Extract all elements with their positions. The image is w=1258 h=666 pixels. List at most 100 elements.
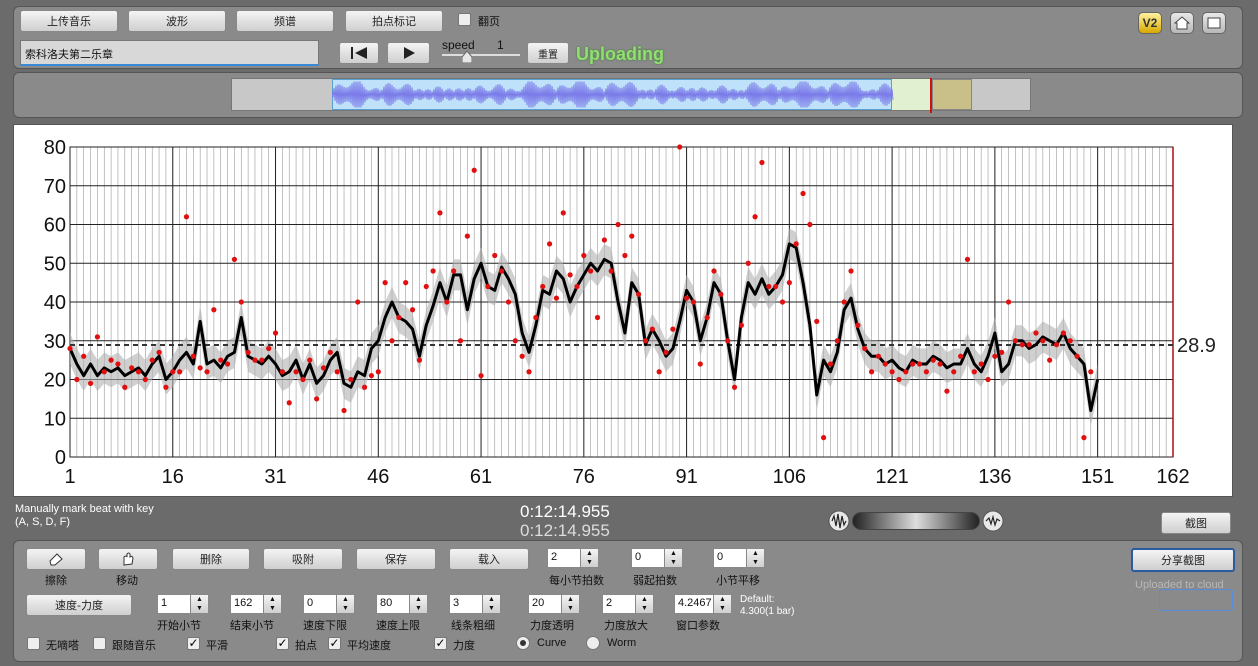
title-input[interactable]: 索科洛夫第二乐章 [20, 40, 319, 66]
y-tick-label: 50 [44, 253, 66, 275]
playhead-marker[interactable] [930, 78, 932, 113]
share-screenshot-button[interactable]: 分享截图 [1131, 548, 1235, 572]
fullscreen-button[interactable] [1202, 12, 1226, 34]
speed-slider-thumb[interactable] [462, 51, 472, 63]
upload-music-button[interactable]: 上传音乐 [20, 10, 118, 32]
line-width-value: 3 [453, 597, 460, 609]
beat-point [451, 268, 457, 274]
end-bar-arrows[interactable]: ▲ ▼ [263, 595, 281, 613]
tempo-low-value: 0 [307, 597, 314, 609]
curve-radio[interactable] [516, 636, 530, 650]
beat-point [218, 357, 224, 363]
wave-end-icon [982, 510, 1004, 532]
save-button[interactable]: 保存 [356, 548, 436, 570]
dynamics-checkbox[interactable]: ✓ [434, 637, 447, 650]
spectrum-button[interactable]: 频谱 [236, 10, 334, 32]
dyn-alpha-stepper[interactable]: 20 ▲ ▼ [528, 594, 580, 614]
pickup-arrows[interactable]: ▲ ▼ [664, 549, 682, 567]
beat-point [821, 435, 827, 441]
load-button[interactable]: 载入 [449, 548, 529, 570]
eraser-icon [49, 553, 63, 566]
beat-point [1033, 330, 1039, 336]
window-param-value: 4.2467 [678, 597, 712, 609]
waveform-button[interactable]: 波形 [128, 10, 226, 32]
bar-shift-stepper[interactable]: 0 ▲ ▼ [713, 548, 765, 568]
home-icon [1174, 16, 1190, 30]
volume-slider[interactable] [852, 512, 980, 530]
avg-tempo-checkbox[interactable]: ✓ [328, 637, 341, 650]
x-tick-label: 121 [875, 466, 908, 488]
x-tick-label: 1 [64, 466, 75, 488]
cloud-link-button[interactable] [1159, 589, 1233, 611]
worm-radio[interactable] [586, 636, 600, 650]
tempo-chart[interactable]: 28.9010203040506070801 16 31 46 61 76 91 106 121… [14, 125, 1234, 498]
delete-button[interactable]: 删除 [172, 548, 250, 570]
beat-point [978, 361, 984, 367]
bar-shift-arrows[interactable]: ▲ ▼ [746, 549, 764, 567]
start-bar-stepper[interactable]: 1 ▲ ▼ [157, 594, 209, 614]
tempo-high-value: 80 [380, 597, 393, 609]
move-button[interactable] [98, 548, 158, 570]
beat-point [423, 283, 429, 290]
tempo-low-arrows[interactable]: ▲ ▼ [336, 595, 354, 613]
skip-back-button[interactable] [339, 42, 379, 64]
beats-label: 拍点 [295, 639, 317, 652]
dyn-zoom-arrows[interactable]: ▲ ▼ [635, 595, 653, 613]
beat-point [903, 369, 909, 375]
beat-point [87, 380, 94, 386]
end-bar-stepper[interactable]: 162 ▲ ▼ [230, 594, 282, 614]
beat-point [690, 299, 697, 305]
waveform-trace [332, 81, 894, 108]
beat-point [683, 295, 690, 301]
chart-container: 28.9 0 10 20 30 40 50 60 70 80 1 16 31 46 61 76 91 106 121… [13, 124, 1233, 497]
erase-button[interactable] [26, 548, 86, 570]
line-width-arrows[interactable]: ▲ ▼ [482, 595, 500, 613]
tempo-high-stepper[interactable]: 80 ▲ ▼ [376, 594, 428, 614]
reset-button[interactable]: 重置 [527, 42, 569, 64]
y-tick-label: 80 [44, 137, 66, 159]
beat-point [848, 268, 854, 274]
snap-button[interactable]: 吸附 [263, 548, 343, 570]
dyn-zoom-stepper[interactable]: 2 ▲ ▼ [602, 594, 654, 614]
beat-point [923, 369, 929, 375]
beat-point [964, 256, 971, 262]
beat-point [183, 214, 190, 220]
beat-point [752, 214, 758, 220]
follow-music-checkbox[interactable] [93, 637, 106, 650]
beat-point [156, 349, 162, 355]
flip-page-checkbox[interactable] [458, 13, 471, 26]
smooth-checkbox[interactable]: ✓ [187, 637, 200, 650]
tempo-high-arrows[interactable]: ▲ ▼ [409, 595, 427, 613]
speed-slider[interactable] [442, 54, 520, 56]
window-param-stepper[interactable]: 4.2467 ▲ ▼ [674, 594, 732, 614]
window-param-arrows[interactable]: ▲ ▼ [713, 595, 731, 613]
waveform-selection[interactable] [932, 79, 972, 110]
mode-button[interactable]: 速度-力度 [26, 594, 132, 616]
beat-point [615, 221, 621, 228]
beats-per-bar-arrows[interactable]: ▲ ▼ [580, 549, 598, 567]
dyn-alpha-arrows[interactable]: ▲ ▼ [561, 595, 579, 613]
beat-point [279, 369, 285, 375]
beat-point [1040, 338, 1046, 344]
x-tick-label: 162 [1156, 466, 1189, 488]
average-tempo-label: 28.9 [1177, 335, 1216, 357]
beat-point [999, 349, 1005, 355]
start-bar-arrows[interactable]: ▲ ▼ [190, 595, 208, 613]
end-bar-value: 162 [234, 597, 253, 609]
beats-checkbox[interactable]: ✓ [276, 637, 289, 650]
line-width-stepper[interactable]: 3 ▲ ▼ [449, 594, 501, 614]
beat-point [211, 307, 217, 313]
beats-per-bar-stepper[interactable]: 2 ▲ ▼ [547, 548, 599, 568]
volume-control[interactable] [828, 510, 1004, 532]
home-button[interactable] [1170, 12, 1194, 34]
play-button[interactable] [387, 42, 430, 64]
tap-mark-button[interactable]: 拍点标记 [345, 10, 443, 32]
beat-point [224, 361, 231, 367]
metronome-checkbox[interactable] [27, 637, 40, 650]
beat-point [731, 384, 738, 390]
tempo-low-stepper[interactable]: 0 ▲ ▼ [303, 594, 355, 614]
beat-point [1012, 338, 1019, 344]
pickup-stepper[interactable]: 0 ▲ ▼ [631, 548, 683, 568]
v2-button[interactable]: V2 [1138, 12, 1162, 34]
screenshot-button[interactable]: 截图 [1161, 512, 1231, 534]
